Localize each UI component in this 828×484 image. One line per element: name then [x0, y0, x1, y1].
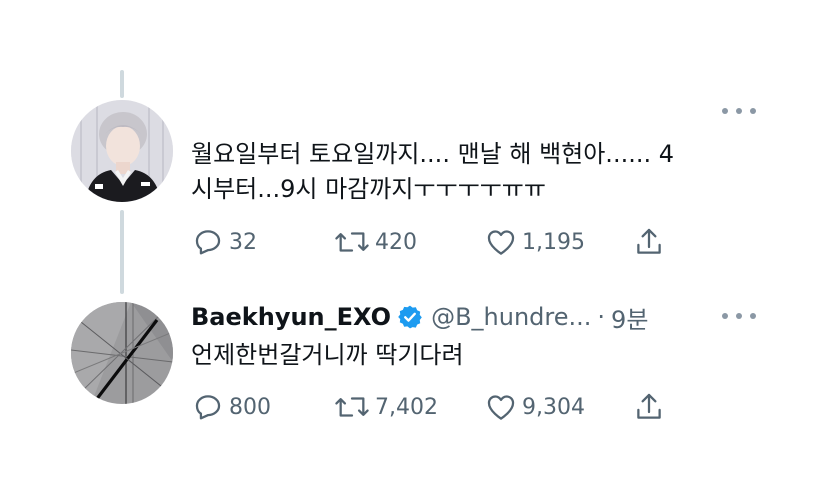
retweet-count: 420 [375, 229, 417, 255]
reply-icon [195, 230, 221, 255]
more-options-button[interactable] [722, 104, 756, 118]
tweet-actions: 32 420 1,195 [191, 224, 671, 260]
tweet-actions: 800 7,402 9,304 [191, 389, 671, 425]
reply-count: 800 [229, 394, 271, 420]
like-count: 1,195 [522, 229, 585, 255]
retweet-icon [335, 397, 369, 417]
more-options-dot [722, 313, 728, 319]
share-button[interactable] [632, 224, 666, 260]
share-icon [637, 393, 661, 419]
share-button[interactable] [632, 389, 666, 425]
tweet-timestamp[interactable]: 9분 [611, 300, 648, 335]
reply-button[interactable]: 32 [191, 224, 257, 260]
avatar[interactable] [71, 302, 173, 404]
heart-icon [487, 395, 515, 420]
reply-button[interactable]: 800 [191, 389, 271, 425]
like-button[interactable]: 9,304 [484, 389, 585, 425]
user-photo-avatar-icon [71, 100, 173, 202]
exo-logo-avatar-icon [71, 302, 173, 404]
author-name[interactable]: Baekhyun_EXO [191, 303, 391, 331]
more-options-dot [736, 313, 742, 319]
tweet-text-line: 시부터...9시 마감까지ㅜㅜㅜㅜㅠㅠ [191, 175, 546, 203]
retweet-button[interactable]: 7,402 [333, 389, 438, 425]
reply-icon [195, 395, 221, 420]
like-button[interactable]: 1,195 [484, 224, 585, 260]
heart-icon [487, 230, 515, 255]
more-options-dot [736, 108, 742, 114]
retweet-button[interactable]: 420 [333, 224, 417, 260]
tweet-text: 언제한번갈거니까 딱기다려 [191, 341, 464, 369]
share-icon [637, 228, 661, 254]
more-options-button[interactable] [722, 309, 756, 323]
author-handle[interactable]: @B_hundre... [431, 303, 591, 331]
avatar[interactable] [71, 100, 173, 202]
more-options-dot [750, 108, 756, 114]
retweet-icon [335, 232, 369, 252]
tweet-header: Baekhyun_EXO @B_hundre... · 9분 [191, 297, 648, 337]
thread-line-middle [120, 210, 124, 294]
more-options-dot [722, 108, 728, 114]
like-count: 9,304 [522, 394, 585, 420]
tweet-text-line: 월요일부터 토요일까지.... 맨날 해 백현아...... 4 [191, 140, 674, 168]
header-separator: · [597, 303, 606, 331]
thread-line-top [120, 70, 124, 98]
verified-badge-icon [397, 304, 423, 330]
more-options-dot [750, 313, 756, 319]
reply-count: 32 [229, 229, 257, 255]
retweet-count: 7,402 [375, 394, 438, 420]
